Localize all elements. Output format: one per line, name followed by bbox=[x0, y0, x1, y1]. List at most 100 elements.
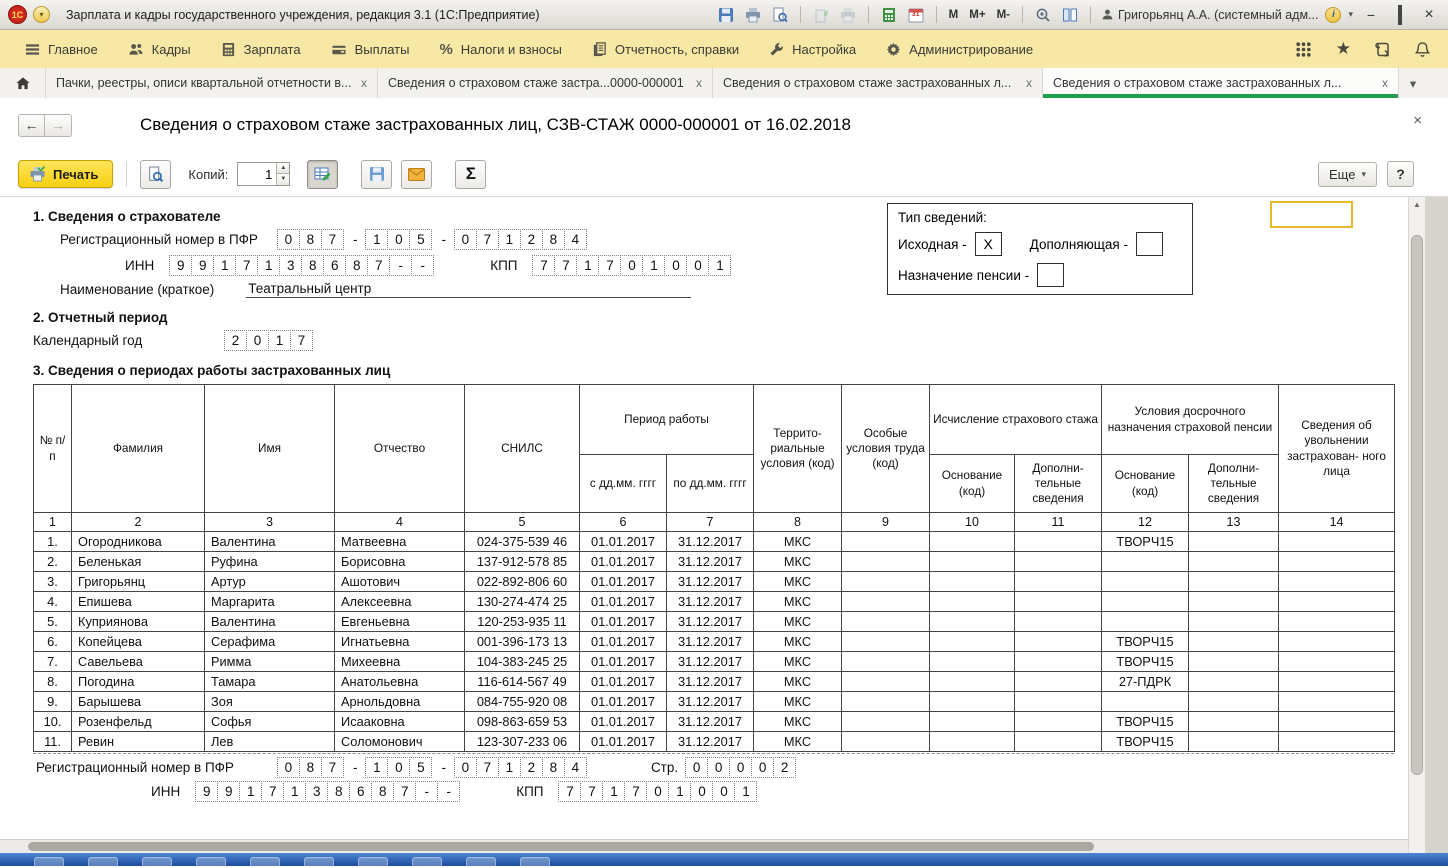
taskbar-app-icon[interactable] bbox=[142, 857, 172, 866]
digit-cell[interactable]: 7 bbox=[321, 757, 344, 778]
cell-terr[interactable]: МКС bbox=[754, 652, 842, 672]
digit-cell[interactable]: 0 bbox=[690, 781, 713, 802]
cell-dismissal[interactable] bbox=[1279, 652, 1395, 672]
col-header-snils[interactable]: СНИЛС bbox=[465, 385, 580, 513]
tab-szv-stazh-2[interactable]: Сведения о страховом стаже застрахованны… bbox=[713, 68, 1043, 98]
cell-calc_basis[interactable] bbox=[930, 712, 1015, 732]
digit-cell[interactable]: 0 bbox=[664, 255, 687, 276]
cell-to[interactable]: 31.12.2017 bbox=[667, 552, 754, 572]
cell-special[interactable] bbox=[842, 712, 930, 732]
history-icon[interactable] bbox=[1375, 41, 1391, 58]
cell-calc_basis[interactable] bbox=[930, 552, 1015, 572]
digit-cell[interactable]: 6 bbox=[323, 255, 346, 276]
digit-cell[interactable]: 5 bbox=[409, 229, 432, 250]
digit-cell[interactable]: 8 bbox=[301, 255, 324, 276]
col-number[interactable]: 3 bbox=[205, 513, 335, 532]
menu-item-salary[interactable]: Зарплата bbox=[206, 30, 316, 68]
cell-from[interactable]: 01.01.2017 bbox=[580, 592, 667, 612]
cell-snils[interactable]: 120-253-935 11 bbox=[465, 612, 580, 632]
cell-last[interactable]: Барышева bbox=[72, 692, 205, 712]
col-header-dismissal[interactable]: Сведения об увольнении застрахован- ного… bbox=[1279, 385, 1395, 513]
memory-m-button[interactable]: M bbox=[947, 9, 961, 21]
copies-stepper[interactable]: ▲ ▼ bbox=[237, 162, 290, 186]
digit-cell[interactable]: 1 bbox=[602, 781, 625, 802]
maximize-button[interactable] bbox=[1389, 7, 1411, 23]
vscroll-thumb[interactable] bbox=[1411, 235, 1423, 775]
col-number[interactable]: 1 bbox=[34, 513, 72, 532]
col-header-middlename[interactable]: Отчество bbox=[335, 385, 465, 513]
menu-item-hr[interactable]: Кадры bbox=[113, 30, 206, 68]
digit-cell[interactable]: 7 bbox=[393, 781, 416, 802]
cell-first[interactable]: Валентина bbox=[205, 532, 335, 552]
cell-early_extra[interactable] bbox=[1189, 532, 1279, 552]
cell-calc_extra[interactable] bbox=[1015, 592, 1102, 612]
copies-down-icon[interactable]: ▼ bbox=[277, 173, 289, 184]
cell-to[interactable]: 31.12.2017 bbox=[667, 612, 754, 632]
cell-last[interactable]: Ревин bbox=[72, 732, 205, 752]
cell-dismissal[interactable] bbox=[1279, 712, 1395, 732]
cell-n[interactable]: 6. bbox=[34, 632, 72, 652]
info-caret-icon[interactable]: ▾ bbox=[1348, 9, 1353, 20]
cell-terr[interactable]: МКС bbox=[754, 672, 842, 692]
cell-calc_extra[interactable] bbox=[1015, 552, 1102, 572]
digit-cell[interactable]: 8 bbox=[345, 255, 368, 276]
cell-snils[interactable]: 123-307-233 06 bbox=[465, 732, 580, 752]
col-number[interactable]: 11 bbox=[1015, 513, 1102, 532]
cell-from[interactable]: 01.01.2017 bbox=[580, 572, 667, 592]
tab-close-icon[interactable]: x bbox=[696, 76, 702, 90]
digit-cell[interactable]: - bbox=[389, 255, 412, 276]
digit-cell[interactable]: 1 bbox=[365, 757, 388, 778]
col-number[interactable]: 13 bbox=[1189, 513, 1279, 532]
cell-snils[interactable]: 024-375-539 46 bbox=[465, 532, 580, 552]
horizontal-scrollbar[interactable] bbox=[0, 839, 1408, 853]
back-button[interactable]: ← bbox=[18, 114, 45, 137]
cell-first[interactable]: Римма bbox=[205, 652, 335, 672]
print-preview-icon[interactable] bbox=[770, 5, 790, 25]
digit-cell[interactable]: 0 bbox=[277, 757, 300, 778]
tab-quarterly-packets[interactable]: Пачки, реестры, описи квартальной отчетн… bbox=[46, 68, 378, 98]
cell-calc_extra[interactable] bbox=[1015, 652, 1102, 672]
close-page-icon[interactable]: × bbox=[1413, 112, 1422, 129]
cell-n[interactable]: 9. bbox=[34, 692, 72, 712]
cell-early_basis[interactable] bbox=[1102, 612, 1189, 632]
cell-terr[interactable]: МКС bbox=[754, 592, 842, 612]
cell-mid[interactable]: Михеевна bbox=[335, 652, 465, 672]
forward-button[interactable]: → bbox=[45, 114, 72, 137]
cell-terr[interactable]: МКС bbox=[754, 572, 842, 592]
cell-calc_basis[interactable] bbox=[930, 692, 1015, 712]
print-icon[interactable] bbox=[743, 5, 763, 25]
digit-cell[interactable]: 1 bbox=[708, 255, 731, 276]
col-header-calc-extra[interactable]: Дополни- тельные сведения bbox=[1015, 455, 1102, 513]
col-header-early-extra[interactable]: Дополни- тельные сведения bbox=[1189, 455, 1279, 513]
taskbar-app-icon[interactable] bbox=[358, 857, 388, 866]
digit-cell[interactable]: 1 bbox=[668, 781, 691, 802]
cell-special[interactable] bbox=[842, 532, 930, 552]
digit-cell[interactable]: 0 bbox=[277, 229, 300, 250]
cell-calc_basis[interactable] bbox=[930, 532, 1015, 552]
digit-cell[interactable]: 1 bbox=[365, 229, 388, 250]
digit-cell[interactable]: 7 bbox=[598, 255, 621, 276]
cell-dismissal[interactable] bbox=[1279, 592, 1395, 612]
digit-cell[interactable]: 0 bbox=[685, 757, 708, 778]
cell-first[interactable]: Серафима bbox=[205, 632, 335, 652]
cell-first[interactable]: Зоя bbox=[205, 692, 335, 712]
send-document-icon[interactable] bbox=[811, 5, 831, 25]
cell-mid[interactable]: Анатольевна bbox=[335, 672, 465, 692]
digit-cell[interactable]: 1 bbox=[642, 255, 665, 276]
taskbar-app-icon[interactable] bbox=[250, 857, 280, 866]
digit-cell[interactable]: 7 bbox=[235, 255, 258, 276]
info-icon[interactable]: i bbox=[1325, 7, 1341, 23]
vertical-scrollbar[interactable]: ▲ bbox=[1408, 197, 1425, 853]
calendar-icon[interactable]: 31 bbox=[906, 5, 926, 25]
cell-first[interactable]: Валентина bbox=[205, 612, 335, 632]
cell-mid[interactable]: Евгеньевна bbox=[335, 612, 465, 632]
cell-first[interactable]: Руфина bbox=[205, 552, 335, 572]
cell-early_basis[interactable]: ТВОРЧ15 bbox=[1102, 732, 1189, 752]
cell-last[interactable]: Копейцева bbox=[72, 632, 205, 652]
cell-mid[interactable]: Соломонович bbox=[335, 732, 465, 752]
cell-special[interactable] bbox=[842, 572, 930, 592]
cell-calc_basis[interactable] bbox=[930, 672, 1015, 692]
cell-calc_basis[interactable] bbox=[930, 572, 1015, 592]
close-window-button[interactable]: × bbox=[1418, 6, 1440, 24]
col-header-to[interactable]: по дд.мм. гггг bbox=[667, 455, 754, 513]
